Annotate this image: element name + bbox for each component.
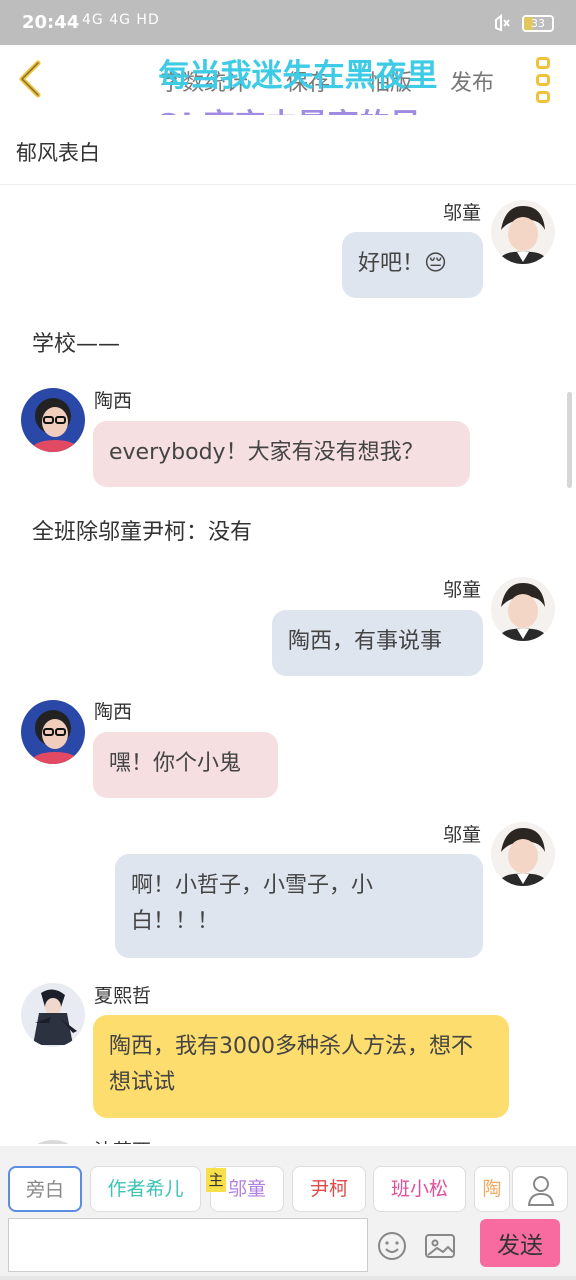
- avatar-taoxi[interactable]: [21, 388, 85, 452]
- person-icon: [527, 1176, 555, 1206]
- avatar-xiaxizhe[interactable]: [21, 983, 85, 1047]
- sender-name: 沈芸西: [94, 1136, 151, 1144]
- publish-tab[interactable]: 发布: [450, 65, 494, 97]
- role-chip-banxiaosong[interactable]: 班小松: [373, 1166, 466, 1212]
- emoji-icon[interactable]: [376, 1230, 408, 1262]
- sender-name: 陶西: [94, 390, 133, 412]
- message-input[interactable]: [8, 1218, 368, 1272]
- battery-icon: 33: [522, 14, 554, 32]
- avatar-wutong[interactable]: [491, 822, 555, 886]
- avatar-partial[interactable]: [21, 1140, 85, 1144]
- scrollbar[interactable]: [567, 392, 572, 488]
- story-title: 郁风表白: [16, 141, 100, 165]
- more-icon[interactable]: [536, 57, 552, 103]
- word-count-tab[interactable]: 字数统计: [160, 65, 248, 97]
- message-bubble[interactable]: everybody！大家有没有想我？: [93, 421, 470, 487]
- avatar-wutong[interactable]: [491, 200, 555, 264]
- status-bar: 20:44 4G 4G HD 33: [0, 0, 576, 45]
- sender-name: 邬童: [443, 824, 482, 846]
- message-bubble[interactable]: 嘿！你个小鬼: [93, 732, 278, 798]
- status-time: 20:44: [22, 12, 80, 33]
- role-chip-narration[interactable]: 旁白: [8, 1166, 82, 1212]
- sender-name: 陶西: [94, 701, 133, 723]
- message-bubble[interactable]: 陶西，我有3000多种杀人方法，想不想试试: [93, 1015, 509, 1118]
- battery-percent: 33: [531, 16, 545, 30]
- role-chip-author[interactable]: 作者希儿: [90, 1166, 201, 1212]
- avatar-wutong[interactable]: [491, 577, 555, 641]
- sender-name: 邬童: [443, 579, 482, 601]
- mute-icon: [495, 13, 510, 32]
- nav-menu: 字数统计 保存 怕版 发布: [160, 65, 494, 97]
- sender-name: 邬童: [443, 202, 482, 224]
- image-icon[interactable]: [423, 1230, 457, 1262]
- chat-area[interactable]: 邬童 好吧！😔 学校—— 陶西 everybody！大家有没有想我？ 全班除邬童…: [0, 186, 576, 1144]
- message-bubble[interactable]: 啊！小哲子，小雪子，小白！！！: [115, 854, 483, 958]
- save-tab[interactable]: 保存: [286, 65, 330, 97]
- narration: 学校——: [32, 332, 121, 357]
- back-icon[interactable]: [14, 57, 48, 101]
- role-manage-button[interactable]: [512, 1166, 568, 1212]
- role-bar: 旁白 作者希儿 邬童 主 尹柯 班小松 陶 发送: [0, 1146, 576, 1280]
- top-nav: 字数统计 保存 怕版 发布: [0, 45, 576, 115]
- role-chip-yinke[interactable]: 尹柯: [292, 1166, 366, 1212]
- gesture-bar: [0, 1276, 576, 1280]
- sender-name: 夏熙哲: [94, 985, 152, 1007]
- send-button[interactable]: 发送: [480, 1219, 560, 1267]
- role-chip-partial[interactable]: 陶: [474, 1166, 510, 1212]
- message-bubble[interactable]: 好吧！😔: [342, 232, 483, 298]
- avatar-taoxi[interactable]: [21, 700, 85, 764]
- message-bubble[interactable]: 陶西，有事说事: [272, 610, 483, 676]
- narration: 全班除邬童尹柯：没有: [32, 520, 253, 545]
- host-mark: 主: [206, 1168, 226, 1192]
- signal-icons: 4G 4G HD: [82, 12, 160, 28]
- story-title-row[interactable]: 郁风表白: [0, 115, 576, 185]
- layout-tab[interactable]: 怕版: [368, 65, 412, 97]
